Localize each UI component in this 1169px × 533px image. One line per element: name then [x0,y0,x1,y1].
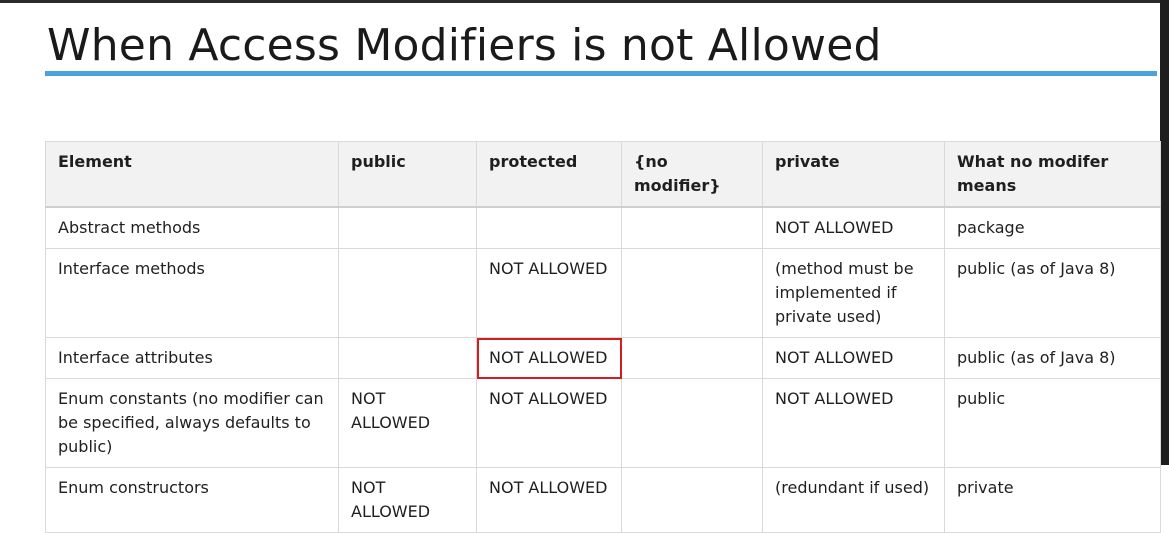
table-row-interface-methods: Interface methods NOT ALLOWED (method mu… [45,248,1161,338]
cell-protected: NOT ALLOWED [476,248,622,338]
cell-meaning: package [944,206,1161,249]
top-edge-bar [0,0,1169,3]
cell-meaning: public (as of Java 8) [944,248,1161,338]
header-no-modifier: {no modifier} [621,141,763,208]
cell-public [338,206,477,249]
title-underline [45,71,1157,76]
table-header-row: Element public protected {no modifier} p… [45,141,1161,208]
cell-no-modifier [621,248,763,338]
cell-public [338,337,477,379]
cell-element: Interface methods [45,248,339,338]
header-private: private [762,141,945,208]
cell-protected [476,206,622,249]
table-row-abstract-methods: Abstract methods NOT ALLOWED package [45,206,1161,249]
cell-public: NOT ALLOWED [338,467,477,533]
cell-protected: NOT ALLOWED [476,467,622,533]
cell-element: Abstract methods [45,206,339,249]
cell-private: NOT ALLOWED [762,206,945,249]
cell-public [338,248,477,338]
header-element: Element [45,141,339,208]
access-modifier-table: Element public protected {no modifier} p… [45,141,1161,533]
cell-protected-highlighted: NOT ALLOWED [476,337,622,379]
cell-private: NOT ALLOWED [762,378,945,468]
cell-protected: NOT ALLOWED [476,378,622,468]
cell-meaning: public [944,378,1161,468]
cell-no-modifier [621,378,763,468]
cell-private: (redundant if used) [762,467,945,533]
header-no-modifier-meaning: What no modifer means [944,141,1161,208]
slide-title: When Access Modifiers is not Allowed [47,20,882,71]
header-public: public [338,141,477,208]
table-row-interface-attributes: Interface attributes NOT ALLOWED NOT ALL… [45,337,1161,379]
cell-element: Enum constants (no modifier can be speci… [45,378,339,468]
cell-public: NOT ALLOWED [338,378,477,468]
cell-meaning: private [944,467,1161,533]
cell-no-modifier [621,467,763,533]
right-edge-bar [1160,0,1169,465]
cell-element: Interface attributes [45,337,339,379]
table-row-enum-constants: Enum constants (no modifier can be speci… [45,378,1161,468]
table-row-enum-constructors: Enum constructors NOT ALLOWED NOT ALLOWE… [45,467,1161,533]
cell-element: Enum constructors [45,467,339,533]
cell-private: (method must be implemented if private u… [762,248,945,338]
cell-no-modifier [621,337,763,379]
cell-no-modifier [621,206,763,249]
cell-private: NOT ALLOWED [762,337,945,379]
cell-meaning: public (as of Java 8) [944,337,1161,379]
header-protected: protected [476,141,622,208]
